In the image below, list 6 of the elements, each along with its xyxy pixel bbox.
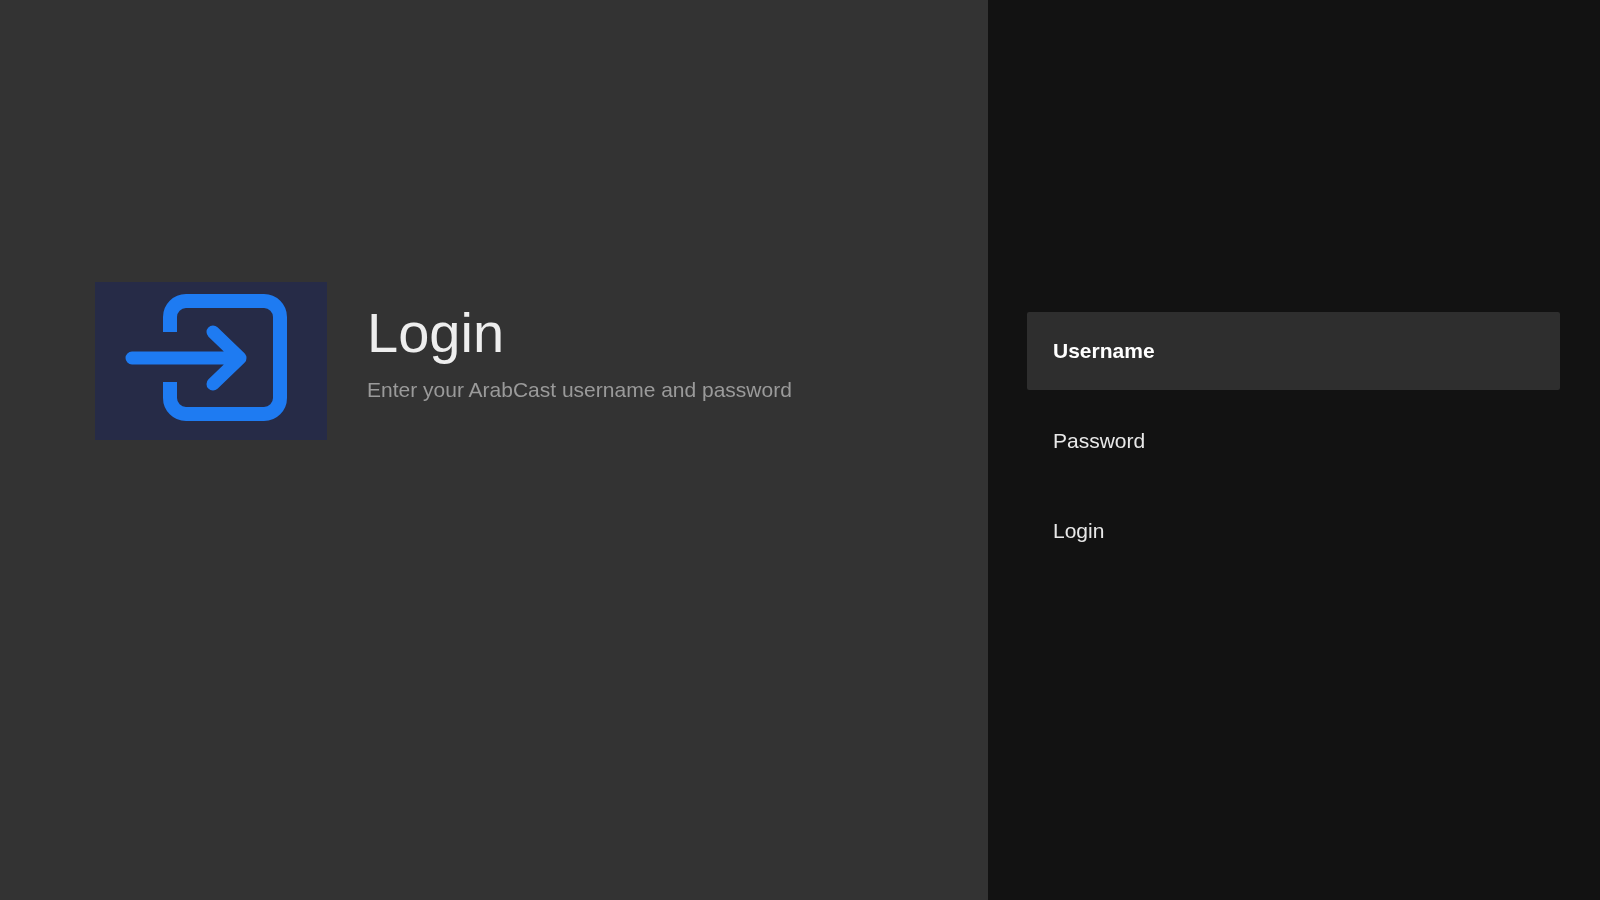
action-item[interactable]: Password [1027,402,1560,480]
action-item[interactable]: Username [1027,312,1560,390]
guidance-description: Enter your ArabCast username and password [367,377,792,402]
action-item[interactable]: Login [1027,492,1560,570]
login-icon [95,282,327,440]
guidance-title: Login [367,302,506,364]
